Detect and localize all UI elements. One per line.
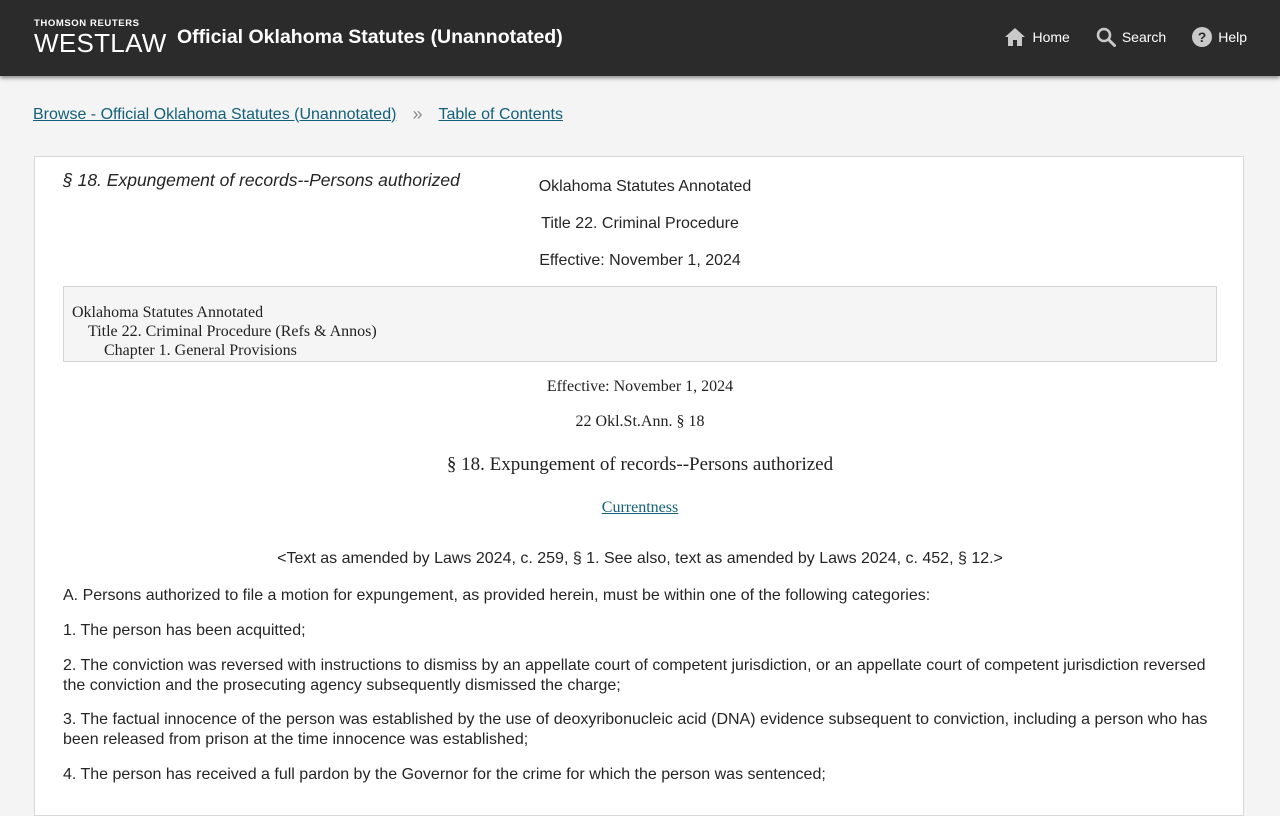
hierarchy-level-2[interactable]: Title 22. Criminal Procedure (Refs & Ann… (72, 322, 1216, 341)
nav-help-label: Help (1218, 29, 1247, 45)
header-nav: Home Search ? Help (978, 24, 1247, 50)
svg-text:?: ? (1198, 29, 1207, 45)
breadcrumb-separator: » (412, 104, 423, 124)
statute-paragraph: 4. The person has received a full pardon… (63, 766, 826, 783)
home-icon (1005, 28, 1026, 46)
statute-paragraph: A. Persons authorized to file a motion f… (63, 587, 931, 604)
statute-paragraph: 1. The person has been acquitted; (63, 622, 306, 639)
citation: 22 Okl.St.Ann. § 18 (575, 413, 705, 430)
hierarchy-level-1[interactable]: Oklahoma Statutes Annotated (72, 303, 1216, 322)
nav-search-link[interactable]: Search (1096, 24, 1166, 50)
publication-name: Oklahoma Statutes Annotated (538, 178, 752, 195)
nav-search-label: Search (1121, 29, 1167, 45)
top-header: THOMSON REUTERS WESTLAW Official Oklahom… (0, 0, 1280, 76)
search-icon (1096, 27, 1116, 47)
nav-home-label: Home (1032, 29, 1070, 45)
help-icon: ? (1192, 27, 1213, 47)
effective-date-serif: Effective: November 1, 2024 (546, 378, 734, 395)
hierarchy-box: Oklahoma Statutes Annotated Title 22. Cr… (63, 286, 1217, 362)
breadcrumb: Browse - Official Oklahoma Statutes (Una… (33, 104, 563, 125)
document-panel: § 18. Expungement of records--Persons au… (34, 156, 1244, 816)
document-title-line: Title 22. Criminal Procedure (541, 215, 739, 232)
currentness-wrapper: Currentness (35, 499, 1245, 517)
section-heading: § 18. Expungement of records--Persons au… (446, 454, 834, 475)
statute-paragraph: 2. The conviction was reversed with inst… (63, 657, 1206, 694)
currentness-link[interactable]: Currentness (602, 499, 678, 516)
page-title: Official Oklahoma Statutes (Unannotated) (177, 26, 563, 48)
effective-date: Effective: November 1, 2024 (539, 252, 741, 269)
breadcrumb-browse-link[interactable]: Browse - Official Oklahoma Statutes (Una… (33, 106, 396, 124)
breadcrumb-toc-link[interactable]: Table of Contents (438, 106, 563, 124)
hierarchy-level-3[interactable]: Chapter 1. General Provisions (72, 341, 1216, 360)
nav-help-link[interactable]: ? Help (1192, 24, 1247, 50)
statute-paragraph: 3. The factual innocence of the person w… (63, 711, 1208, 748)
amendment-note: <Text as amended by Laws 2024, c. 259, §… (277, 550, 1003, 567)
nav-home-link[interactable]: Home (1004, 24, 1070, 50)
brand-big-text: WESTLAW (34, 28, 167, 58)
westlaw-logo[interactable]: THOMSON REUTERS WESTLAW (34, 18, 167, 57)
